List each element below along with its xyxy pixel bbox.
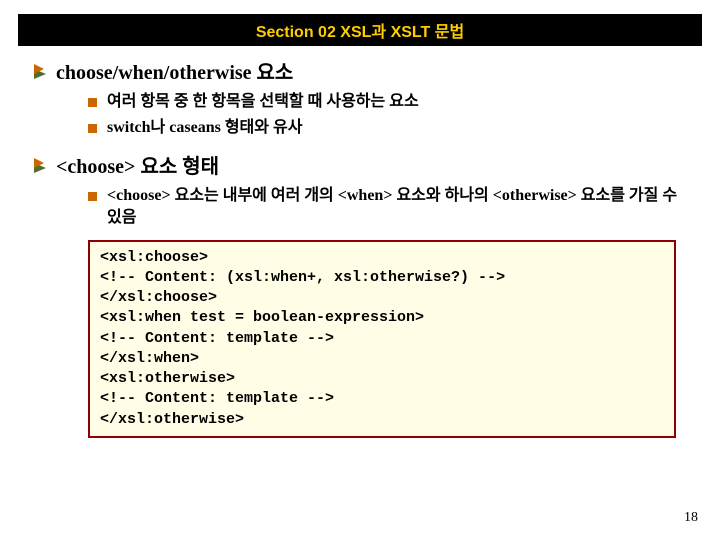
sub-bullet-group: 여러 항목 중 한 항목을 선택할 때 사용하는 요소 switch나 case…: [88, 91, 686, 140]
arrow-icon: [34, 154, 56, 177]
bullet-text: <choose> 요소 형태: [56, 150, 219, 179]
bullet-level1: <choose> 요소 형태: [34, 150, 686, 179]
bullet-text: <choose> 요소는 내부에 여러 개의 <when> 요소와 하나의 <o…: [107, 185, 686, 230]
bullet-level2: 여러 항목 중 한 항목을 선택할 때 사용하는 요소: [88, 91, 686, 113]
arrow-icon: [34, 60, 56, 83]
page-number: 18: [684, 510, 698, 526]
square-icon: [88, 98, 97, 107]
bullet-text: 여러 항목 중 한 항목을 선택할 때 사용하는 요소: [107, 91, 419, 113]
bullet-text: choose/when/otherwise 요소: [56, 56, 293, 85]
square-icon: [88, 192, 97, 201]
slide: Section 02 XSL과 XSLT 문법 choose/when/othe…: [0, 0, 720, 540]
bullet-level2: switch나 caseans 형태와 유사: [88, 117, 686, 139]
slide-body: choose/when/otherwise 요소 여러 항목 중 한 항목을 선…: [34, 56, 686, 438]
square-icon: [88, 124, 97, 133]
header-bar: Section 02 XSL과 XSLT 문법: [18, 14, 702, 46]
sub-bullet-group: <choose> 요소는 내부에 여러 개의 <when> 요소와 하나의 <o…: [88, 185, 686, 230]
bullet-text: switch나 caseans 형태와 유사: [107, 117, 302, 139]
bullet-level2: <choose> 요소는 내부에 여러 개의 <when> 요소와 하나의 <o…: [88, 185, 686, 230]
bullet-level1: choose/when/otherwise 요소: [34, 56, 686, 85]
code-block: <xsl:choose> <!-- Content: (xsl:when+, x…: [88, 240, 676, 438]
header-title: Section 02 XSL과 XSLT 문법: [256, 18, 464, 42]
